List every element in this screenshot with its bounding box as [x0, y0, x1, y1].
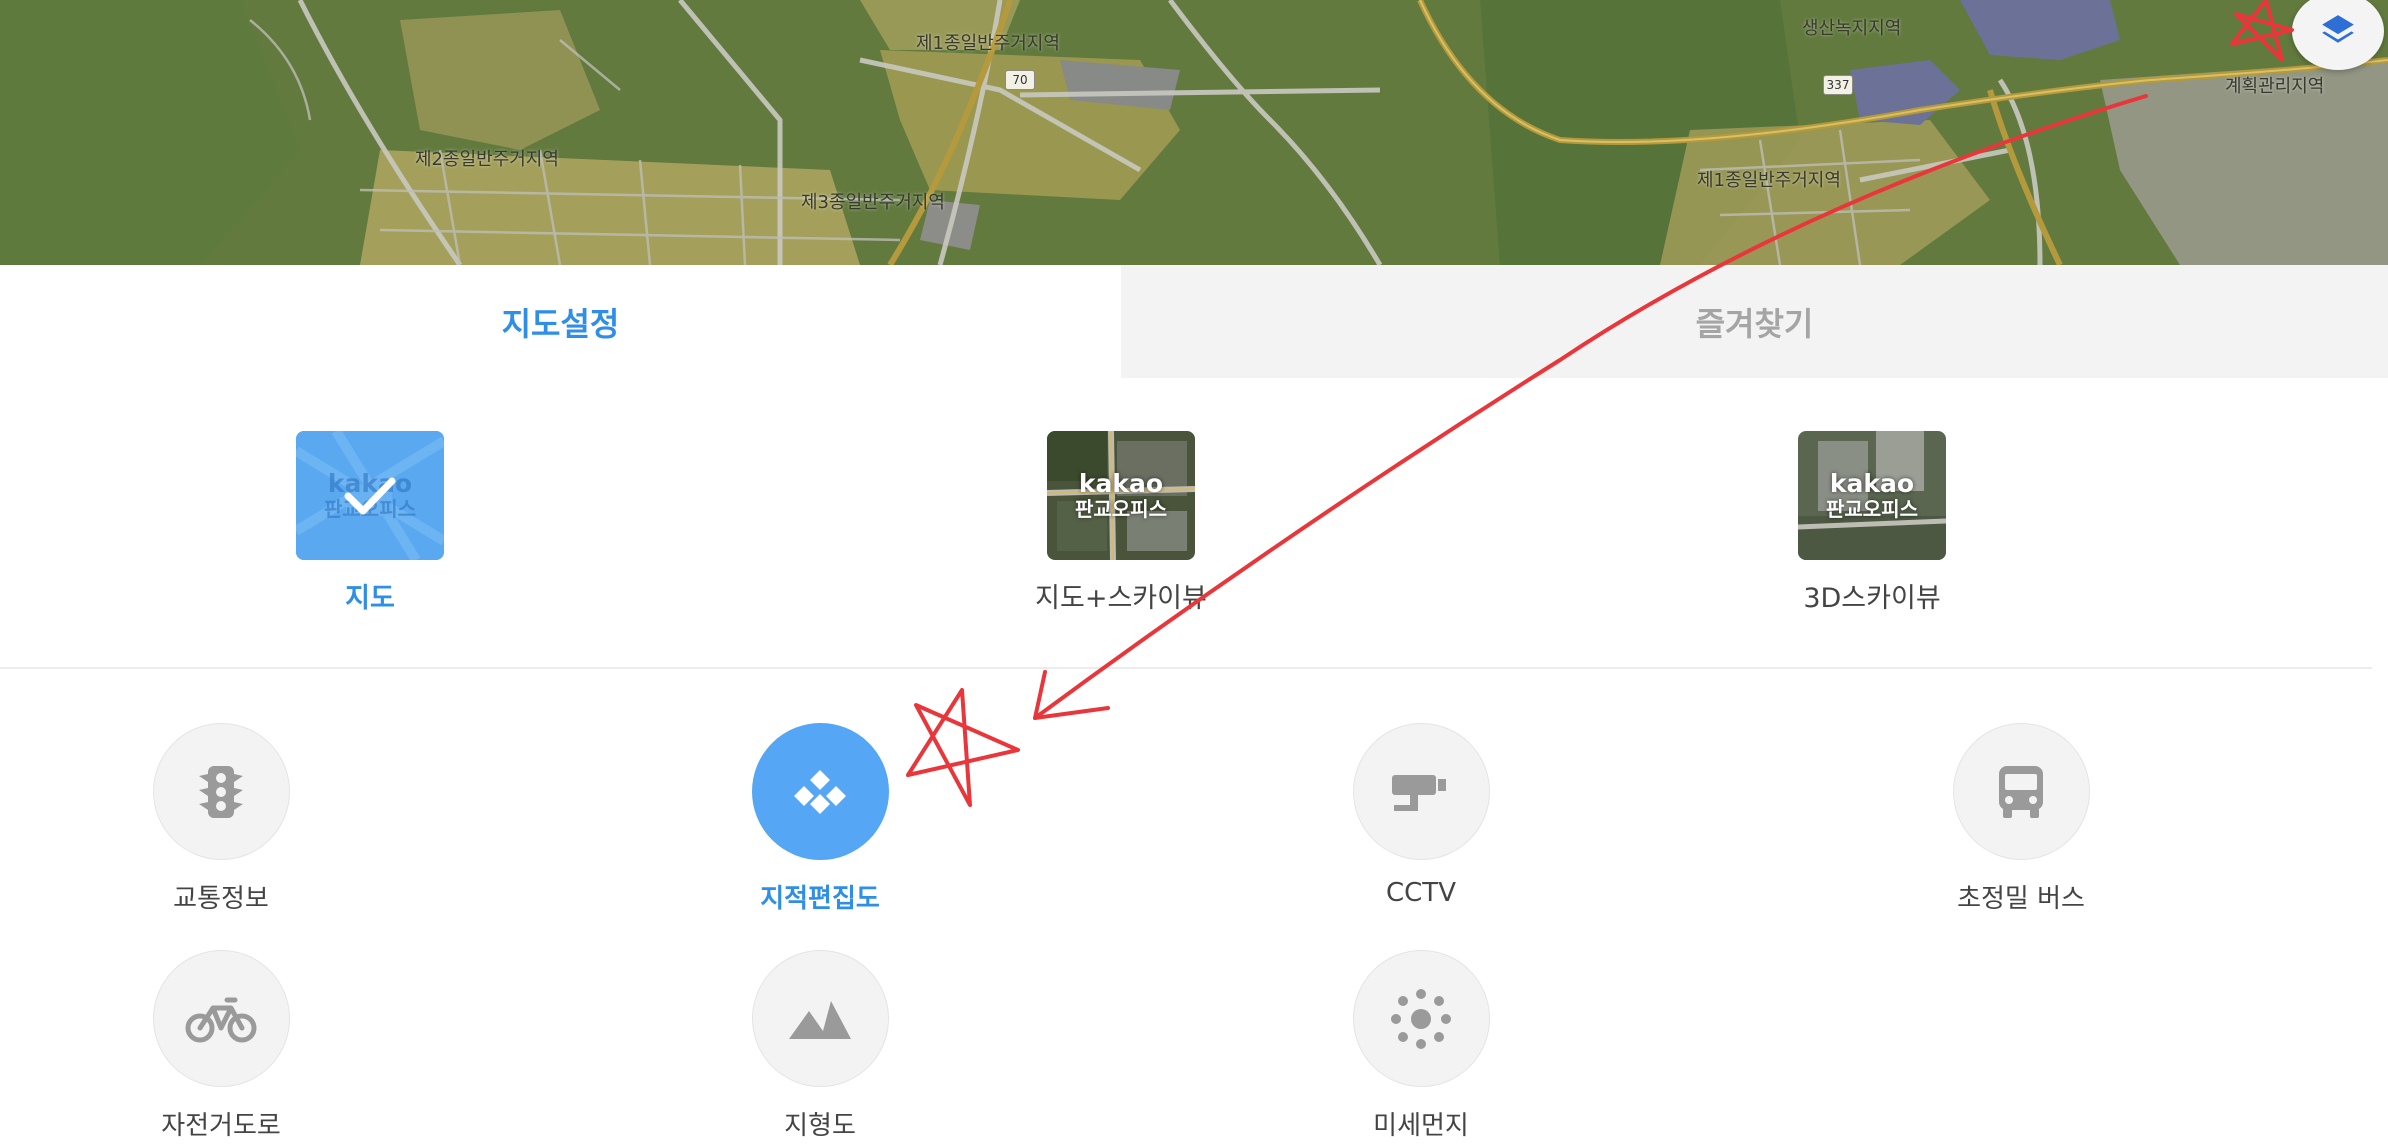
map-zone-label: 제2종일반주거지역: [415, 149, 559, 170]
layer-precise-bus[interactable]: 초정밀 버스: [1871, 723, 2171, 915]
road-number-shield: 337: [1823, 75, 1853, 95]
tab-map-settings[interactable]: 지도설정: [0, 265, 1121, 378]
map-view[interactable]: 제1종일반주거지역 제2종일반주거지역 제3종일반주거지역 제1종일반주거지역 …: [0, 0, 2388, 265]
cadastral-icon: [794, 769, 846, 814]
maptype-3d-skyview[interactable]: kakao 판교오피스 3D스카이뷰: [1742, 431, 2002, 615]
layer-terrain[interactable]: 지형도: [670, 950, 970, 1142]
maptype-map-skyview[interactable]: kakao 판교오피스 지도+스카이뷰: [991, 431, 1251, 615]
layer-cadastral[interactable]: 지적편집도: [670, 723, 970, 915]
maptype-3d-thumbnail: kakao 판교오피스: [1798, 431, 1946, 560]
maptype-map[interactable]: kakao 판교오피스 지도: [240, 431, 500, 615]
layer-traffic[interactable]: 교통정보: [71, 723, 371, 915]
layers-icon: [2322, 15, 2354, 43]
layer-dust-circle: [1352, 950, 1490, 1087]
map-zone-label: 생산녹지지역: [1802, 18, 1902, 39]
thumbnail-brand-text: kakao: [1829, 468, 1915, 498]
layer-cctv[interactable]: CCTV: [1271, 723, 1571, 908]
layer-label: 지형도: [784, 1111, 856, 1141]
bicycle-icon: [185, 997, 257, 1042]
layer-bicycle-road[interactable]: 자전거도로: [71, 950, 371, 1142]
layer-bicycle-circle: [152, 950, 290, 1087]
maptype-skyview-thumbnail: kakao 판교오피스: [1047, 431, 1195, 560]
layer-bus-circle: [1952, 723, 2090, 860]
thumbnail-brand-text: kakao: [1078, 468, 1164, 498]
map-zone-label: 계획관리지역: [2225, 76, 2325, 97]
layer-label: 교통정보: [173, 884, 269, 914]
road-number-shield: 70: [1005, 70, 1035, 90]
layer-label: 미세먼지: [1373, 1111, 1469, 1141]
annotation-arrowhead: [1033, 670, 1110, 720]
maptype-label: 지도: [345, 583, 395, 614]
section-divider: [0, 667, 2372, 669]
maptype-map-thumbnail: kakao 판교오피스: [296, 431, 444, 560]
tab-bar: 지도설정 즐겨찾기: [0, 265, 2388, 378]
layer-label: 초정밀 버스: [1957, 884, 2085, 914]
dust-icon: [1391, 988, 1451, 1049]
checkmark-icon: [296, 431, 444, 560]
map-zone-label: 제1종일반주거지역: [1697, 170, 1841, 191]
layer-terrain-circle: [751, 950, 889, 1087]
map-background: [0, 0, 2388, 265]
layer-label: CCTV: [1386, 878, 1456, 908]
thumbnail-place-text: 판교오피스: [1075, 496, 1167, 521]
thumbnail-place-text: 판교오피스: [1826, 496, 1918, 521]
map-zone-label: 제1종일반주거지역: [916, 33, 1060, 54]
maptype-label: 지도+스카이뷰: [1035, 583, 1207, 614]
layer-cctv-circle: [1352, 723, 1490, 860]
layer-label: 지적편집도: [760, 884, 880, 914]
layer-traffic-circle: [152, 723, 290, 860]
traffic-light-icon: [199, 765, 243, 818]
layer-cadastral-circle: [751, 723, 889, 860]
map-zone-label: 제3종일반주거지역: [801, 192, 945, 213]
layer-fine-dust[interactable]: 미세먼지: [1271, 950, 1571, 1142]
tab-favorites[interactable]: 즐겨찾기: [1121, 265, 2388, 378]
mountain-icon: [789, 1000, 851, 1039]
layer-label: 자전거도로: [161, 1111, 281, 1141]
cctv-icon: [1392, 774, 1446, 811]
maptype-label: 3D스카이뷰: [1803, 583, 1941, 614]
bus-icon: [1999, 765, 2043, 818]
